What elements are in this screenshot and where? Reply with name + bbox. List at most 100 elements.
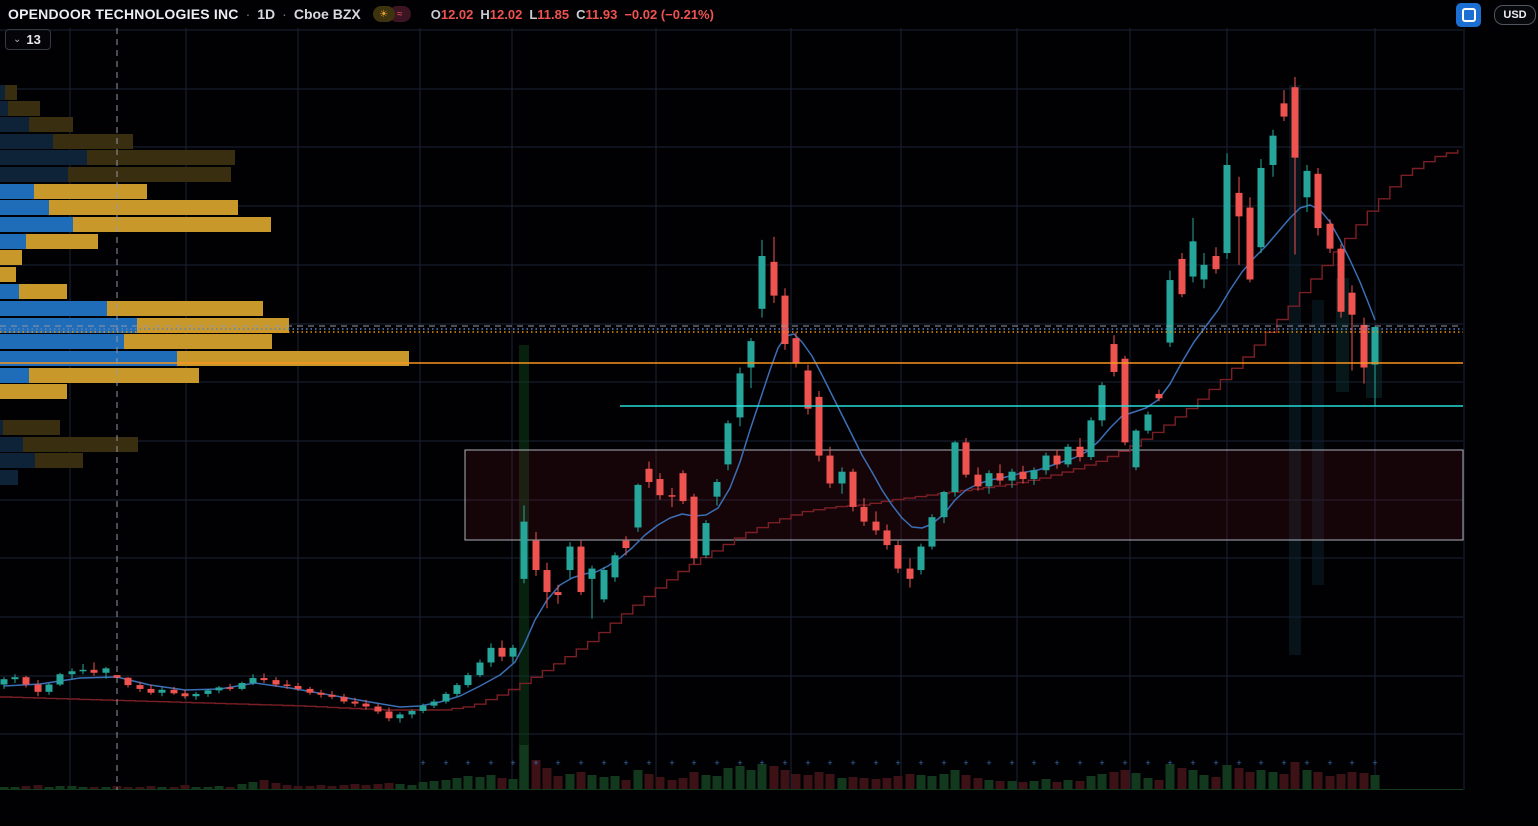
candle[interactable] xyxy=(340,696,348,702)
candle[interactable] xyxy=(849,471,857,507)
candle[interactable] xyxy=(894,545,902,569)
candle[interactable] xyxy=(215,687,223,691)
candle[interactable] xyxy=(1064,446,1072,465)
candle[interactable] xyxy=(1166,280,1174,343)
candle[interactable] xyxy=(1246,207,1254,280)
candle[interactable] xyxy=(974,474,982,487)
candle[interactable] xyxy=(238,683,246,689)
candle[interactable] xyxy=(1144,414,1152,431)
candle[interactable] xyxy=(668,495,676,497)
candle[interactable] xyxy=(1314,173,1322,229)
candle[interactable] xyxy=(702,523,710,556)
candle[interactable] xyxy=(1291,87,1299,158)
candle[interactable] xyxy=(1042,455,1050,471)
candle[interactable] xyxy=(1008,471,1016,481)
candle[interactable] xyxy=(951,442,959,492)
candle[interactable] xyxy=(883,530,891,546)
candle[interactable] xyxy=(1030,470,1038,480)
candle[interactable] xyxy=(11,677,19,680)
candle[interactable] xyxy=(770,261,778,296)
candle[interactable] xyxy=(408,710,416,715)
candle[interactable] xyxy=(464,675,472,686)
candle[interactable] xyxy=(577,546,585,593)
indicator-legend-chip[interactable]: ⌄ 13 xyxy=(5,29,51,50)
chart-canvas[interactable]: + + + + + + + + + + + + + + + + + + + + + + + + + + + + + + + + + + + + + + + +… xyxy=(0,0,1538,821)
candle[interactable] xyxy=(181,693,189,697)
candle[interactable] xyxy=(826,455,834,484)
candle[interactable] xyxy=(124,677,132,686)
candle[interactable] xyxy=(1326,223,1334,249)
candle[interactable] xyxy=(645,468,653,482)
candle[interactable] xyxy=(476,662,484,676)
candle[interactable] xyxy=(724,423,732,465)
candle[interactable] xyxy=(498,647,506,657)
candle[interactable] xyxy=(940,491,948,518)
candle[interactable] xyxy=(690,496,698,559)
candle[interactable] xyxy=(1223,165,1231,254)
candle[interactable] xyxy=(1257,167,1265,248)
candle[interactable] xyxy=(79,669,87,672)
candle[interactable] xyxy=(1280,103,1288,117)
candle[interactable] xyxy=(872,521,880,531)
candle[interactable] xyxy=(906,568,914,579)
currency-toggle-button[interactable]: USD xyxy=(1494,5,1536,25)
candle[interactable] xyxy=(147,688,155,693)
candle[interactable] xyxy=(226,687,234,689)
candle[interactable] xyxy=(634,484,642,528)
candle[interactable] xyxy=(996,473,1004,481)
candle[interactable] xyxy=(396,714,404,719)
candle[interactable] xyxy=(1098,385,1106,421)
candle[interactable] xyxy=(1121,358,1129,443)
candle[interactable] xyxy=(442,693,450,702)
candle[interactable] xyxy=(328,694,336,697)
candle[interactable] xyxy=(1337,248,1345,312)
interval-label[interactable]: 1D xyxy=(257,6,275,22)
candle[interactable] xyxy=(860,506,868,522)
candle[interactable] xyxy=(554,592,562,595)
candle[interactable] xyxy=(487,647,495,663)
candle[interactable] xyxy=(566,546,574,571)
candle[interactable] xyxy=(170,689,178,694)
candle[interactable] xyxy=(838,471,846,484)
candle[interactable] xyxy=(1303,170,1311,198)
candle[interactable] xyxy=(509,647,517,657)
candle[interactable] xyxy=(758,255,766,309)
candle[interactable] xyxy=(985,473,993,487)
candle[interactable] xyxy=(56,674,64,685)
candle[interactable] xyxy=(204,690,212,694)
candle[interactable] xyxy=(792,338,800,364)
candle[interactable] xyxy=(430,701,438,706)
candle[interactable] xyxy=(419,705,427,711)
candle[interactable] xyxy=(917,546,925,571)
candle[interactable] xyxy=(22,677,30,685)
candle[interactable] xyxy=(453,685,461,694)
candle[interactable] xyxy=(781,295,789,345)
candle[interactable] xyxy=(1110,344,1118,372)
candle[interactable] xyxy=(611,555,619,578)
candle[interactable] xyxy=(192,693,200,697)
candle[interactable] xyxy=(272,680,280,685)
candle[interactable] xyxy=(1087,420,1095,458)
candle[interactable] xyxy=(102,668,110,673)
candle[interactable] xyxy=(374,706,382,712)
candle[interactable] xyxy=(68,671,76,675)
candle[interactable] xyxy=(588,568,596,579)
candle[interactable] xyxy=(385,711,393,719)
candle[interactable] xyxy=(543,570,551,593)
candle[interactable] xyxy=(1200,264,1208,280)
candle[interactable] xyxy=(962,442,970,475)
candle[interactable] xyxy=(520,521,528,579)
candle[interactable] xyxy=(1269,135,1277,166)
candle[interactable] xyxy=(34,684,42,692)
candle[interactable] xyxy=(928,517,936,547)
candle[interactable] xyxy=(1235,192,1243,217)
candle[interactable] xyxy=(656,479,664,496)
candle[interactable] xyxy=(713,481,721,497)
candle[interactable] xyxy=(158,689,166,693)
candle[interactable] xyxy=(90,669,98,673)
candle[interactable] xyxy=(736,373,744,418)
candle[interactable] xyxy=(532,540,540,571)
candle[interactable] xyxy=(1189,241,1197,277)
instant-order-button[interactable] xyxy=(1456,3,1481,27)
candle[interactable] xyxy=(45,684,53,692)
